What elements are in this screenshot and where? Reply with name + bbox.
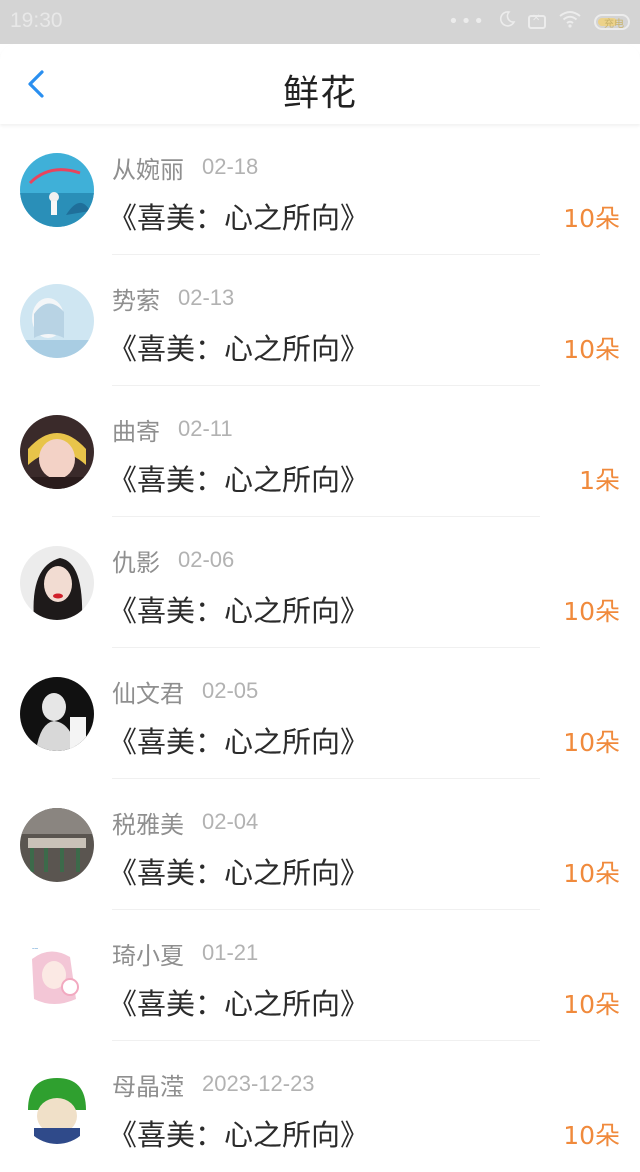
date: 02-13 (178, 285, 235, 310)
avatar[interactable] (20, 808, 94, 882)
flower-count: 10朵 (563, 335, 620, 364)
flower-count: 10朵 (563, 728, 620, 757)
date: 02-06 (178, 547, 235, 572)
user-name[interactable]: 势萦 (112, 281, 160, 316)
avatar[interactable] (20, 415, 94, 489)
avatar[interactable] (20, 284, 94, 358)
gift-title: 《喜美：心之所向》 (108, 987, 370, 1021)
list-item[interactable]: 从婉丽 02-18 《喜美：心之所向》 10朵 (0, 124, 640, 255)
user-name[interactable]: 母晶滢 (112, 1067, 184, 1102)
date: 02-18 (202, 154, 259, 179)
list-item[interactable]: 仇影 02-06 《喜美：心之所向》 10朵 (0, 517, 640, 648)
list-item[interactable]: 势萦 02-13 《喜美：心之所向》 10朵 (0, 255, 640, 386)
user-name[interactable]: 仙文君 (112, 674, 184, 709)
battery-label: 充电 (604, 19, 624, 30)
avatar[interactable] (20, 546, 94, 620)
list-item[interactable]: 母晶滢 2023-12-23 《喜美：心之所向》 10朵 (0, 1041, 640, 1172)
gift-title: 《喜美：心之所向》 (108, 725, 370, 759)
flower-count: 10朵 (563, 990, 620, 1019)
user-name[interactable]: 税雅美 (112, 805, 184, 840)
date: 02-05 (202, 678, 259, 703)
gift-title: 《喜美：心之所向》 (108, 201, 370, 235)
flower-count: 10朵 (563, 204, 620, 233)
status-icons: ••• 充电 (448, 10, 630, 34)
gift-title: 《喜美：心之所向》 (108, 463, 370, 497)
flower-count: 10朵 (563, 597, 620, 626)
user-name[interactable]: 仇影 (112, 543, 160, 578)
avatar[interactable] (20, 153, 94, 227)
gift-title: 《喜美：心之所向》 (108, 1118, 370, 1152)
status-time: 19:30 (10, 9, 63, 32)
list-item[interactable]: 曲寄 02-11 《喜美：心之所向》 1朵 (0, 386, 640, 517)
user-name[interactable]: 琦小夏 (112, 936, 184, 971)
avatar[interactable] (20, 1070, 94, 1144)
svg-text:~~~: ~~~ (26, 946, 38, 953)
sim-off-icon (528, 13, 546, 29)
status-bar: 19:30 ••• 充电 (0, 0, 640, 44)
user-name[interactable]: 曲寄 (112, 412, 160, 447)
moon-icon (498, 10, 516, 35)
list-item[interactable]: ~~~ 琦小夏 01-21 《喜美：心之所向》 10朵 (0, 910, 640, 1041)
gift-title: 《喜美：心之所向》 (108, 856, 370, 890)
list-item[interactable]: 税雅美 02-04 《喜美：心之所向》 10朵 (0, 779, 640, 910)
flower-count: 10朵 (563, 859, 620, 888)
gift-title: 《喜美：心之所向》 (108, 594, 370, 628)
more-dots-icon: ••• (448, 11, 486, 32)
avatar[interactable]: ~~~ (20, 939, 94, 1013)
date: 02-11 (178, 416, 233, 441)
battery-icon: 充电 (594, 14, 630, 30)
list-item[interactable]: 仙文君 02-05 《喜美：心之所向》 10朵 (0, 648, 640, 779)
avatar[interactable] (20, 677, 94, 751)
header-bar: 鲜花 (0, 44, 640, 124)
page-title: 鲜花 (282, 73, 357, 114)
flower-count: 10朵 (563, 1121, 620, 1150)
date: 02-04 (202, 809, 259, 834)
gift-list: 从婉丽 02-18 《喜美：心之所向》 10朵 势萦 02-13 《喜美：心之所… (0, 124, 640, 1172)
date: 01-21 (202, 940, 259, 965)
user-name[interactable]: 从婉丽 (112, 150, 184, 185)
flower-count: 1朵 (579, 466, 620, 495)
wifi-icon (558, 10, 582, 35)
gift-title: 《喜美：心之所向》 (108, 332, 370, 366)
date: 2023-12-23 (202, 1071, 315, 1096)
